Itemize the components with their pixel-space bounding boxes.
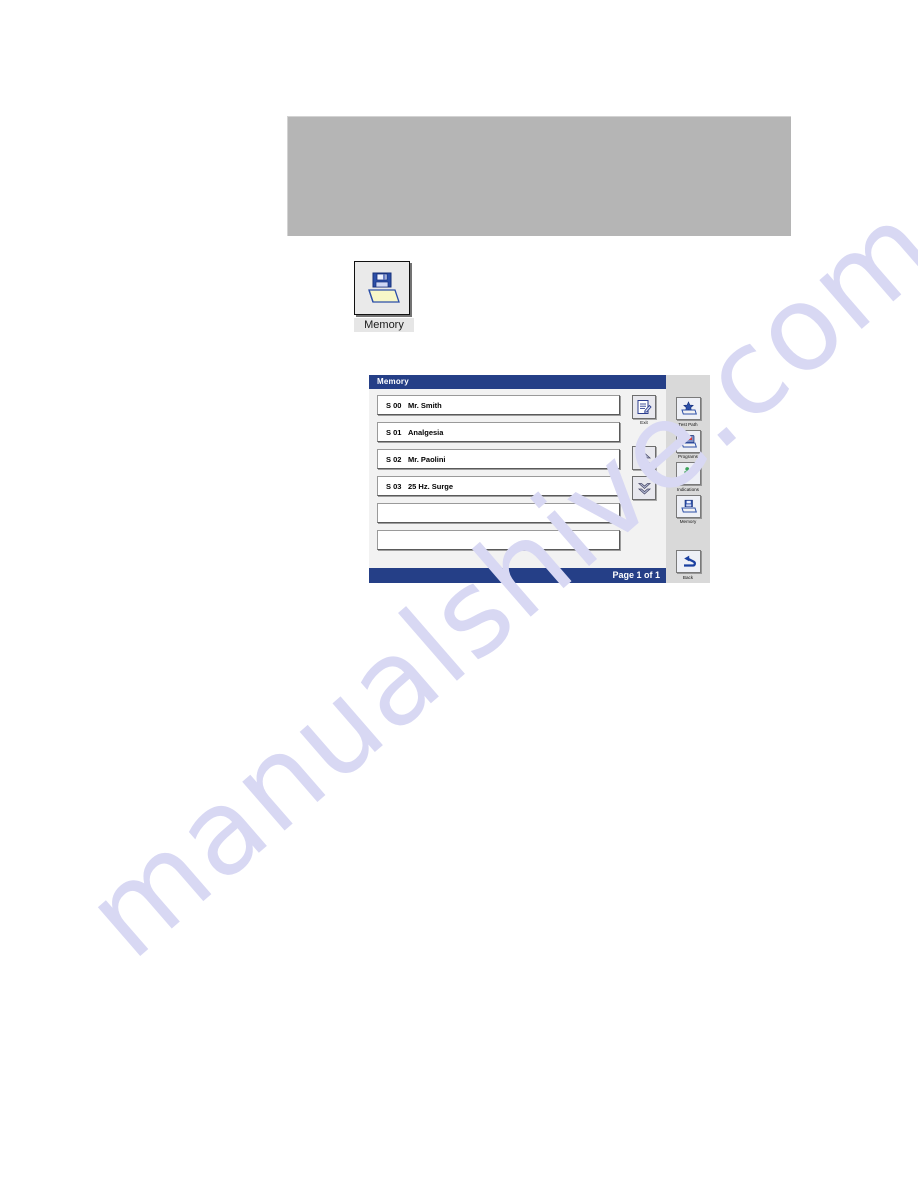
curved-back-arrow-icon	[683, 555, 696, 567]
memory-slot-label: Mr. Paolini	[408, 454, 446, 464]
floppy-disk-over-tray-icon	[680, 499, 697, 512]
memory-slot-id: S 01	[386, 427, 402, 437]
double-chevron-down-icon	[637, 482, 651, 495]
side-button-spacer	[666, 527, 710, 550]
device-side-button-column: Test Path Programs Indications Memory Ba…	[666, 375, 710, 583]
screen-title-bar: Memory	[369, 375, 666, 389]
memory-slot-label: Analgesia	[408, 427, 444, 437]
memory-slot-id: S 03	[386, 481, 402, 491]
body-figure-icon	[684, 466, 694, 480]
device-screen: Memory S 00 Mr. Smith S 01 Analgesia S 0…	[369, 375, 666, 583]
scroll-down-button[interactable]	[632, 476, 656, 500]
page-indicator: Page 1 of 1	[612, 570, 660, 580]
back-button[interactable]	[675, 550, 701, 573]
floppy-disk-over-tray-icon	[368, 272, 400, 303]
memory-slot-id: S 00	[386, 400, 402, 410]
star-tray-icon	[680, 401, 697, 415]
memory-slot-row-empty[interactable]	[377, 530, 620, 550]
programs-button-label: Programs	[678, 454, 698, 459]
indications-button-wrap: Indications	[666, 462, 710, 493]
memory-slot-label: Mr. Smith	[408, 400, 442, 410]
screen-status-bar: Page 1 of 1	[369, 568, 666, 583]
memory-slot-list: S 00 Mr. Smith S 01 Analgesia S 02 Mr. P…	[377, 395, 620, 557]
test-path-button-wrap: Test Path	[666, 397, 710, 428]
desktop-memory-icon-tile[interactable]	[354, 261, 410, 315]
memory-button[interactable]	[675, 494, 701, 518]
document-edit-icon	[637, 399, 652, 414]
mid-button-spacer	[628, 426, 662, 446]
memory-slot-row-empty[interactable]	[377, 503, 620, 523]
test-path-button-label: Test Path	[678, 421, 698, 427]
desktop-memory-icon[interactable]: Memory	[354, 261, 414, 332]
back-button-wrap: Back	[666, 550, 710, 581]
scroll-up-button[interactable]	[632, 446, 656, 470]
indications-button-label: Indications	[677, 486, 699, 492]
test-path-button[interactable]	[675, 397, 701, 420]
indications-button[interactable]	[675, 462, 701, 485]
memory-slot-row[interactable]: S 03 25 Hz. Surge	[377, 476, 620, 496]
back-button-label: Back	[682, 574, 694, 580]
memory-slot-row[interactable]: S 02 Mr. Paolini	[377, 449, 620, 469]
memory-button-wrap: Memory	[666, 494, 710, 526]
desktop-memory-icon-label: Memory	[354, 318, 414, 332]
memory-slot-label: 25 Hz. Surge	[408, 481, 454, 491]
memory-slot-row[interactable]: S 01 Analgesia	[377, 422, 620, 442]
memory-slot-id: S 02	[386, 454, 402, 464]
device-control-panel: Memory S 00 Mr. Smith S 01 Analgesia S 0…	[369, 375, 710, 583]
programs-button-wrap: Programs	[666, 429, 710, 461]
exit-button[interactable]	[632, 395, 656, 419]
empty-gray-figure-box	[287, 116, 791, 236]
programs-tray-icon	[680, 434, 697, 447]
screen-title: Memory	[377, 377, 409, 386]
programs-button[interactable]	[675, 429, 701, 453]
memory-slot-row[interactable]: S 00 Mr. Smith	[377, 395, 620, 415]
memory-button-label: Memory	[679, 519, 697, 524]
double-chevron-up-icon	[637, 451, 651, 464]
screen-action-buttons: Exit	[628, 395, 662, 500]
